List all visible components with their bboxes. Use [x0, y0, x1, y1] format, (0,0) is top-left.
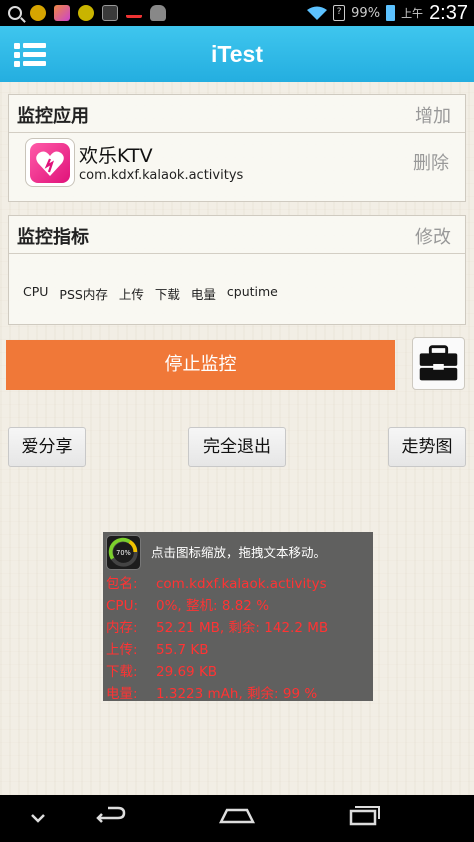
exit-button[interactable]: 完全退出 — [188, 427, 286, 467]
overlay-hint: 点击图标缩放，拖拽文本移动。 — [151, 545, 327, 560]
toolbox-button[interactable] — [412, 337, 465, 390]
overlay-value: 55.7 KB — [156, 642, 209, 658]
stop-monitoring-button[interactable]: 停止监控 — [6, 340, 395, 390]
home-icon[interactable] — [207, 795, 267, 842]
navigation-bar — [0, 795, 474, 842]
metric-item: cputime — [226, 284, 278, 299]
monitor-metrics-title: 监控指标 — [17, 227, 89, 248]
chevron-down-icon[interactable] — [8, 795, 68, 842]
floating-monitor-window[interactable]: 70% 点击图标缩放，拖拽文本移动。 包名: com.kdxf.kalaok.ac… — [103, 532, 373, 702]
metrics-list: CPU PSS内存 上传 下载 电量 cputime — [23, 284, 278, 303]
overlay-label: CPU: — [106, 598, 138, 614]
battery-percent: 99% — [351, 5, 381, 21]
trend-chart-button[interactable]: 走势图 — [388, 427, 466, 467]
overlay-line-upload: 上传: 55.7 KB — [106, 638, 208, 658]
overlay-value: 52.21 MB, 剩余: 142.2 MB — [156, 620, 329, 636]
status-bar: ? 99% 上午 2:37 — [0, 0, 474, 26]
share-button[interactable]: 爱分享 — [8, 427, 86, 467]
overlay-label: 下载: — [106, 664, 138, 680]
metric-item: CPU — [23, 284, 49, 299]
metric-item: 下载 — [154, 287, 180, 302]
app-name: 欢乐KTV — [79, 145, 153, 167]
app-icon-5 — [126, 8, 142, 18]
menu-list-icon[interactable] — [14, 42, 46, 67]
monitor-app-title: 监控应用 — [17, 106, 89, 127]
heart-app-icon — [30, 143, 70, 183]
monitor-app-panel: 监控应用 增加 欢乐KTV com.kdxf.kalaok.activitys … — [8, 94, 466, 202]
add-app-button[interactable]: 增加 — [415, 102, 451, 128]
toolbox-icon — [419, 345, 458, 381]
gauge-text: 70% — [116, 549, 131, 557]
clock-ampm: 上午 — [401, 7, 424, 20]
metric-item: 上传 — [118, 287, 144, 302]
app-icon-6 — [150, 5, 166, 21]
app-bar — [0, 26, 474, 82]
overlay-line-download: 下载: 29.69 KB — [106, 660, 217, 680]
app-icon-1 — [30, 5, 46, 21]
edit-metrics-button[interactable]: 修改 — [415, 223, 451, 249]
notification-icons — [8, 4, 166, 22]
monitored-app-row: 欢乐KTV com.kdxf.kalaok.activitys 删除 — [9, 133, 465, 191]
overlay-label: 内存: — [106, 620, 138, 636]
overlay-line-battery: 电量: 1.3223 mAh, 剩余: 99 % — [106, 682, 317, 702]
gauge-icon[interactable]: 70% — [106, 535, 141, 570]
monitor-metrics-header: 监控指标 修改 — [9, 216, 465, 254]
metric-item: PSS内存 — [59, 287, 108, 302]
overlay-value: com.kdxf.kalaok.activitys — [156, 576, 327, 592]
app-package: com.kdxf.kalaok.activitys — [79, 168, 244, 183]
app-icon-frame — [25, 138, 75, 187]
metric-item: 电量 — [190, 287, 216, 302]
monitor-metrics-panel: 监控指标 修改 CPU PSS内存 上传 下载 电量 cputime — [8, 215, 466, 325]
delete-app-button[interactable]: 删除 — [413, 149, 449, 175]
search-icon — [8, 6, 22, 20]
wifi-icon — [307, 6, 328, 20]
app-icon-3 — [78, 5, 94, 21]
overlay-line-package: 包名: com.kdxf.kalaok.activitys — [106, 572, 327, 592]
overlay-value: 0%, 整机: 8.82 % — [156, 598, 270, 614]
battery-icon — [386, 5, 396, 21]
overlay-value: 29.69 KB — [156, 664, 218, 680]
overlay-line-cpu: CPU: 0%, 整机: 8.82 % — [106, 594, 269, 614]
overlay-label: 包名: — [106, 576, 138, 592]
monitor-app-header: 监控应用 增加 — [9, 95, 465, 133]
back-icon[interactable] — [80, 795, 140, 842]
sim-icon: ? — [333, 5, 346, 21]
overlay-label: 上传: — [106, 642, 138, 658]
app-icon-2 — [54, 5, 70, 21]
overlay-line-memory: 内存: 52.21 MB, 剩余: 142.2 MB — [106, 616, 328, 636]
overlay-value: 1.3223 mAh, 剩余: 99 % — [156, 686, 318, 702]
overlay-label: 电量: — [106, 686, 138, 702]
app-icon-4 — [102, 5, 118, 21]
clock-time: 2:37 — [429, 1, 468, 24]
recent-apps-icon[interactable] — [333, 795, 393, 842]
